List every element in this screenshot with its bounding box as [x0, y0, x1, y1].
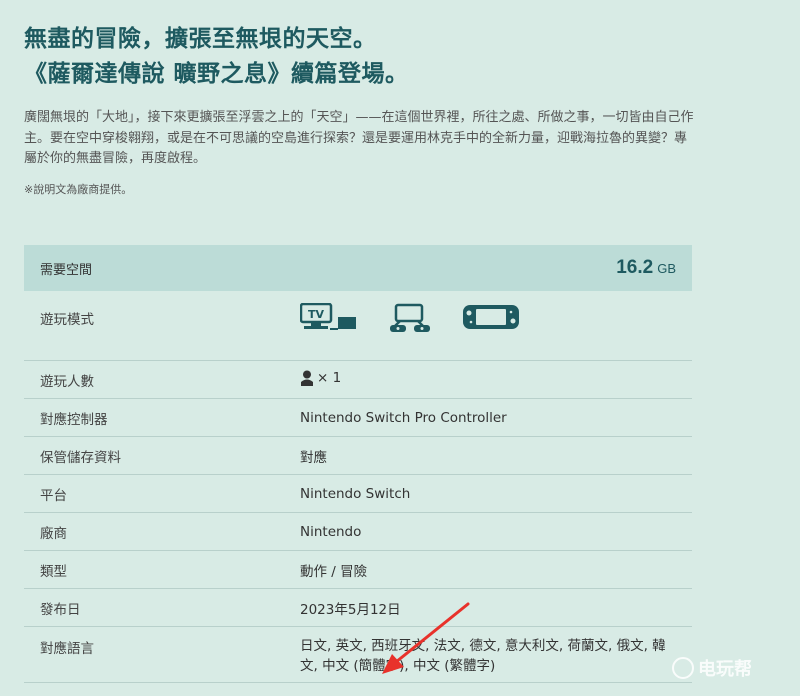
tv-icon-text: TV — [308, 308, 325, 321]
controller-value: Nintendo Switch Pro Controller — [300, 409, 507, 426]
publisher-value: Nintendo — [300, 523, 362, 540]
play-mode-row: 遊玩模式 TV — [24, 291, 692, 361]
genre-label: 類型 — [40, 563, 67, 580]
page-headline: 無盡的冒險，擴張至無垠的天空。 《薩爾達傳說 曠野之息》續篇登場。 — [24, 22, 409, 92]
languages-value: 日文, 英文, 西班牙文, 法文, 德文, 意大利文, 荷蘭文, 俄文, 韓文,… — [300, 638, 666, 674]
players-value: × 1 — [300, 370, 341, 386]
players-value-cell: × 1 — [300, 370, 692, 390]
spec-table: 需要空間 16.2 GB 遊玩模式 TV 遊玩人數 × 1 對應控制器 Nint… — [24, 245, 692, 683]
person-icon — [301, 370, 313, 386]
release-date-label: 發布日 — [40, 601, 81, 618]
watermark-text: 电玩帮 — [698, 659, 752, 679]
save-data-label: 保管儲存資料 — [40, 449, 121, 466]
release-date-row: 發布日 2023年5月12日 — [24, 589, 692, 627]
save-data-value: 對應 — [300, 449, 327, 466]
watermark-logo-icon — [672, 657, 694, 679]
players-row: 遊玩人數 × 1 — [24, 361, 692, 399]
required-space-row: 需要空間 16.2 GB — [24, 245, 692, 291]
players-count: × 1 — [317, 369, 342, 386]
headline-line-1: 無盡的冒險，擴張至無垠的天空。 — [24, 26, 377, 52]
play-mode-icons: TV — [299, 291, 692, 360]
controller-label: 對應控制器 — [40, 411, 108, 428]
release-date-value: 2023年5月12日 — [300, 601, 401, 618]
tv-mode-icon: TV — [299, 302, 358, 337]
platform-row: 平台 Nintendo Switch — [24, 475, 692, 513]
tabletop-mode-icon — [388, 303, 432, 337]
vendor-note: ※說明文為廠商提供。 — [24, 183, 133, 196]
publisher-label: 廠商 — [40, 525, 67, 542]
required-space-unit: GB — [657, 261, 676, 276]
genre-row: 類型 動作 / 冒險 — [24, 551, 692, 589]
languages-label: 對應語言 — [40, 641, 94, 657]
watermark: 电玩帮 — [672, 655, 752, 681]
players-label: 遊玩人數 — [40, 373, 94, 390]
required-space-number: 16.2 — [616, 257, 654, 278]
platform-value: Nintendo Switch — [300, 485, 411, 502]
save-data-row: 保管儲存資料 對應 — [24, 437, 692, 475]
headline-line-2: 《薩爾達傳說 曠野之息》續篇登場。 — [24, 61, 409, 87]
game-description: 廣闊無垠的「大地」，接下來更擴張至浮雲之上的「天空」——在這個世界裡，所往之處、… — [24, 110, 694, 166]
genre-value: 動作 / 冒險 — [300, 563, 368, 580]
required-space-value: 16.2 GB — [616, 257, 676, 279]
publisher-row: 廠商 Nintendo — [24, 513, 692, 551]
handheld-mode-icon — [462, 303, 520, 335]
controller-row: 對應控制器 Nintendo Switch Pro Controller — [24, 399, 692, 437]
platform-label: 平台 — [40, 487, 67, 504]
required-space-label: 需要空間 — [40, 262, 93, 278]
languages-row: 對應語言 日文, 英文, 西班牙文, 法文, 德文, 意大利文, 荷蘭文, 俄文… — [24, 627, 692, 683]
play-mode-label: 遊玩模式 — [40, 312, 94, 328]
